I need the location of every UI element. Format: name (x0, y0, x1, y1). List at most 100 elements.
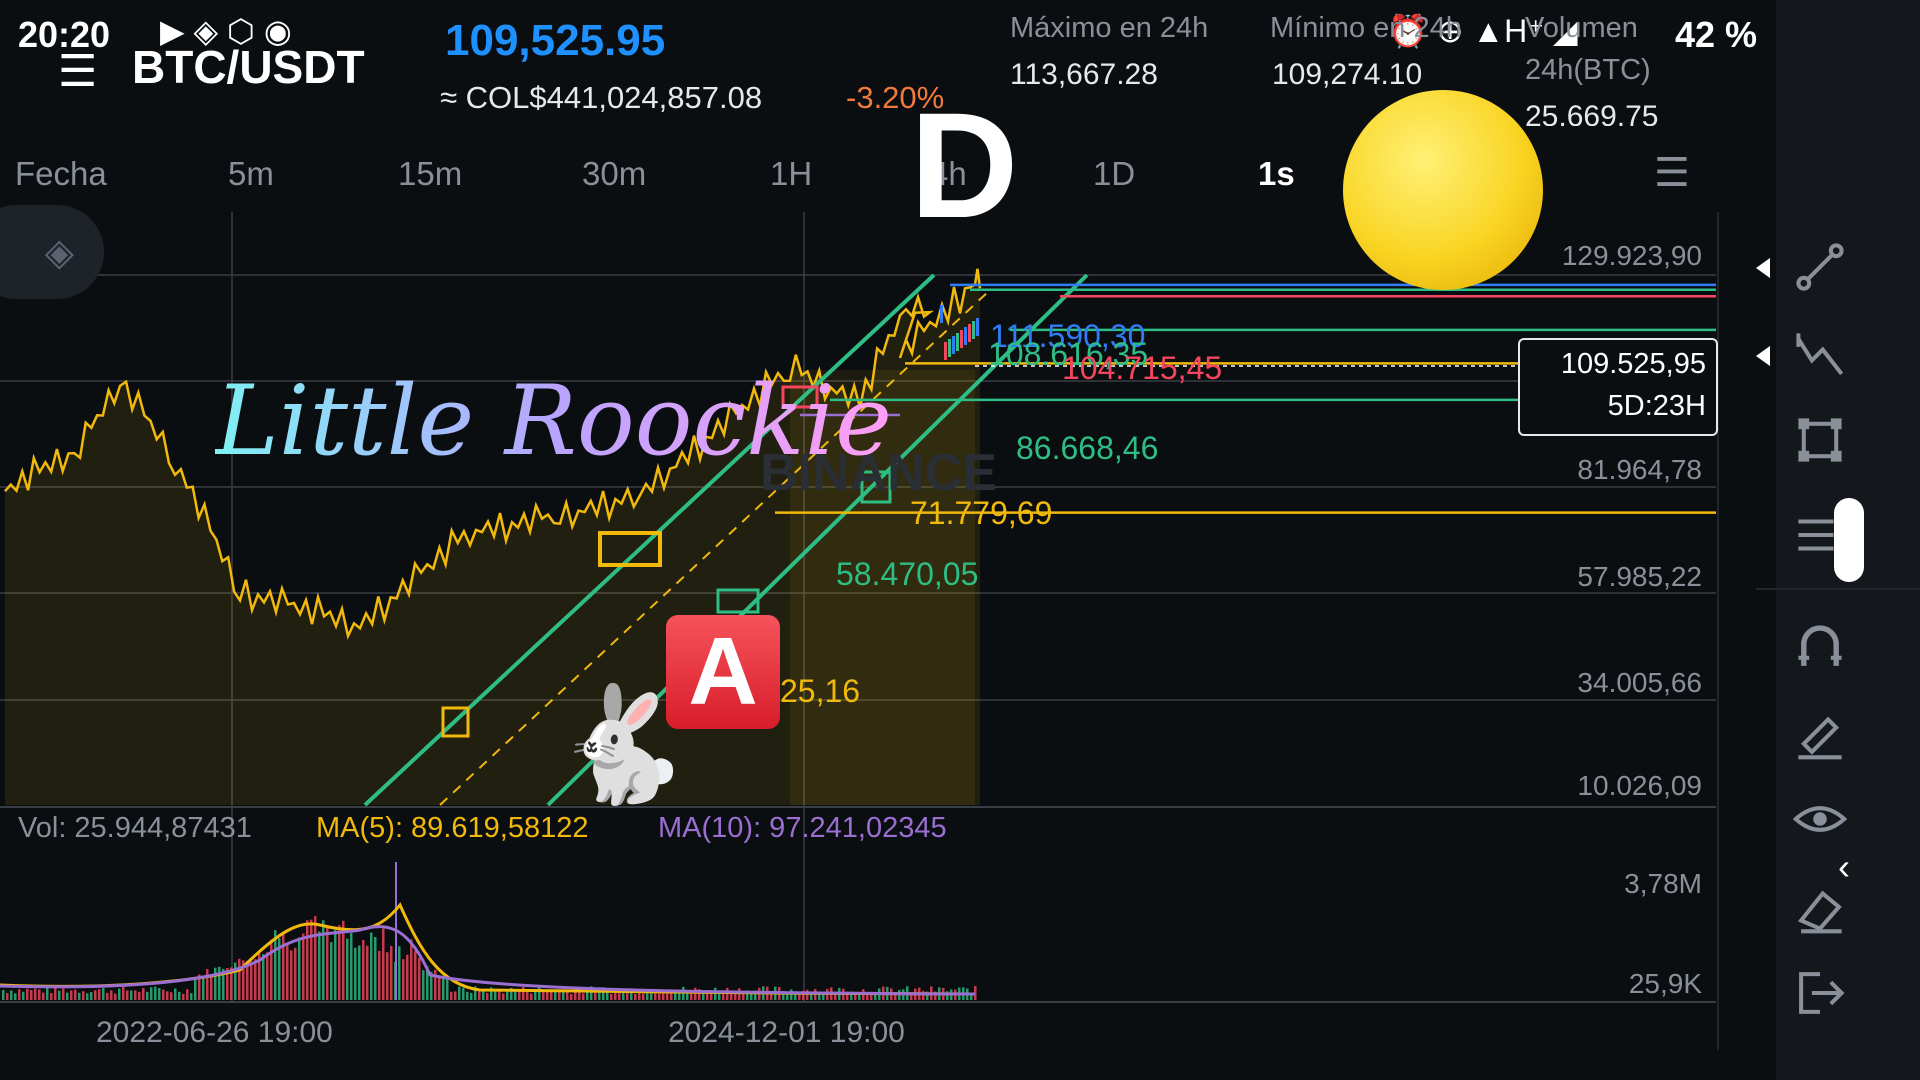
volume-bar (402, 959, 405, 1000)
volume-bar (142, 988, 145, 1000)
volume-bar (338, 925, 341, 1000)
battery-level: 42 % (1675, 14, 1758, 55)
volume-bar (210, 974, 213, 1000)
price-axis-label: 57.985,22 (1577, 561, 1702, 592)
indicator-settings-icon[interactable]: ☰ (1654, 150, 1690, 196)
volume-bar (158, 988, 161, 1000)
volume-bar (534, 991, 537, 1000)
expand-arrow-icon[interactable] (1756, 258, 1770, 278)
volume-bar (182, 993, 185, 1000)
volume-bar (582, 993, 585, 1000)
volume-bar (370, 932, 373, 1000)
volume-bar (270, 939, 273, 1000)
volume-bar (362, 940, 365, 1000)
tab-1d[interactable]: 1D (1093, 155, 1135, 193)
candle (976, 318, 979, 336)
volume-bar (90, 992, 93, 1000)
volume-bar (22, 991, 25, 1000)
volume-bar (398, 946, 401, 1000)
volume-bar (138, 991, 141, 1000)
level-label-86668: 86.668,46 (1016, 430, 1159, 466)
rectangle-tool-icon[interactable] (1785, 405, 1855, 475)
magnet-icon[interactable] (1785, 612, 1855, 682)
volume-bar (374, 937, 377, 1000)
current-price-box: 109.525,95 5D:23H (1518, 338, 1718, 436)
volume-bar (350, 932, 353, 1000)
volume-bar (506, 990, 509, 1000)
volume-bar (2, 990, 5, 1000)
high-label: Máximo en 24h (1010, 12, 1209, 44)
volume-bar (326, 926, 329, 1000)
trading-app: BINANCE 20:20 ▶ ◈ ⬡ ◉ ⏰ ⊕ ▲H⁺ ◢ 42 % ☰ B… (0, 0, 1920, 1080)
volume-bar (38, 989, 41, 1000)
trend-line-icon[interactable] (1785, 232, 1855, 302)
volume-bar (654, 993, 657, 1000)
volume-bar (286, 945, 289, 1000)
volume-bar (238, 958, 241, 1000)
volume-bar (70, 990, 73, 1000)
volume-bar (66, 992, 69, 1000)
pair-title[interactable]: BTC/USDT (132, 40, 365, 94)
volume-bar (162, 989, 165, 1000)
volume-bar (694, 987, 697, 1000)
expand-arrow-icon[interactable] (1756, 346, 1770, 366)
eye-icon[interactable] (1785, 784, 1855, 854)
volume-bar (642, 993, 645, 1000)
volume-axis-label: 25,9K (1628, 968, 1702, 999)
volume-bar (670, 993, 673, 1000)
diamond-icon: ◈ (44, 231, 74, 274)
price-axis-label: 34.005,66 (1577, 667, 1702, 698)
volume-bar (6, 993, 9, 1000)
volume-bar (554, 992, 557, 1000)
tab-15m[interactable]: 15m (398, 155, 462, 193)
date-axis-label: 2024-12-01 19:00 (668, 1016, 905, 1049)
volume-unit: 24h(BTC) (1525, 54, 1651, 86)
volume-bar (450, 991, 453, 1000)
volume-bar (150, 987, 153, 1000)
exit-drawing-icon[interactable] (1785, 958, 1855, 1028)
badge-letter: A (688, 618, 758, 725)
low-value: 109,274.10 (1272, 58, 1423, 91)
volume-bar (658, 993, 661, 1000)
volume-value: 25,669.75 (1525, 100, 1659, 126)
volume-bar (502, 993, 505, 1000)
volume-bar (422, 970, 425, 1000)
volume-bar (94, 990, 97, 1000)
eraser-icon[interactable] (1785, 872, 1855, 942)
tab-1s[interactable]: 1s (1258, 155, 1295, 193)
volume-bar (250, 961, 253, 1000)
watermark-text: Little Roockie (215, 365, 892, 477)
volume-bar (638, 993, 641, 1000)
volume-bar (130, 990, 133, 1000)
volume-bar (126, 990, 129, 1000)
local-price: ≈ COL$441,024,857.08 (440, 80, 763, 115)
volume-bar (806, 989, 809, 1000)
volume-bar (170, 992, 173, 1000)
volume-bar (42, 992, 45, 1000)
toolbar-scrollbar[interactable] (1834, 498, 1864, 582)
volume-ma5 (0, 902, 976, 996)
volume-bar (406, 954, 409, 1000)
tab-5m[interactable]: 5m (228, 155, 274, 193)
pencil-icon[interactable] (1785, 698, 1855, 768)
drawing-toggle-button[interactable]: ◈ (0, 205, 104, 299)
price-axis-label: 10.026,09 (1577, 770, 1702, 801)
volume-bar (10, 990, 13, 1000)
candle (952, 336, 955, 354)
volume-bar (214, 967, 217, 1000)
volume-bar (434, 969, 437, 1000)
tab-30m[interactable]: 30m (582, 155, 646, 193)
level-label-71779: 71.779,69 (910, 495, 1053, 531)
volume-bar (378, 950, 381, 1000)
volume-bar (922, 990, 925, 1000)
volume-bar (666, 993, 669, 1000)
volume-bar (114, 993, 117, 1000)
volume-bar (466, 991, 469, 1000)
volume-bar (310, 919, 313, 1000)
volume-bar (30, 990, 33, 1000)
fibonacci-icon[interactable] (1785, 320, 1855, 390)
tab-fecha[interactable]: Fecha (15, 155, 107, 193)
tab-1h[interactable]: 1H (770, 155, 812, 193)
candle (944, 342, 947, 360)
menu-icon[interactable]: ☰ (58, 46, 97, 97)
